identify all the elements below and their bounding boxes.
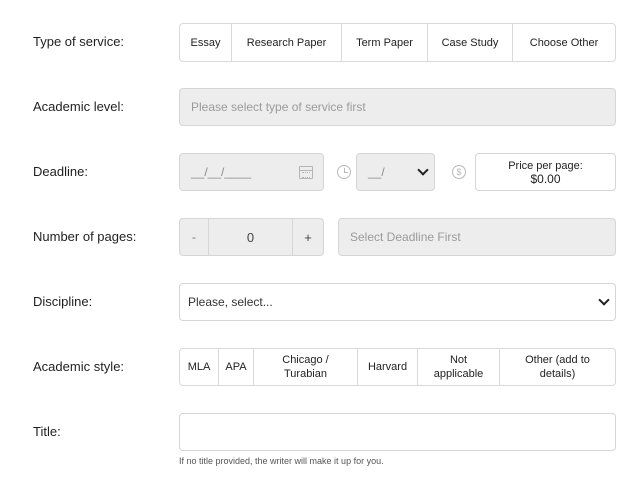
discipline-select[interactable]: Please, select... [179, 283, 616, 321]
deadline-label: Deadline: [33, 164, 88, 179]
chevron-down-icon [598, 294, 610, 306]
academic-style-label: Academic style: [33, 359, 125, 374]
deadline-time-placeholder: __/ [368, 165, 385, 179]
style-option-mla[interactable]: MLA [180, 349, 219, 385]
service-option-case-study[interactable]: Case Study [428, 24, 513, 61]
style-option-harvard[interactable]: Harvard [358, 349, 418, 385]
academic-level-select[interactable]: Please select type of service first [179, 88, 616, 126]
pages-decrement-button[interactable]: - [180, 219, 209, 255]
pages-deadline-hint: Select Deadline First [350, 230, 461, 244]
dollar-icon: $ [452, 165, 466, 179]
deadline-time-select[interactable]: __/ [356, 153, 435, 191]
price-per-page-value: $0.00 [530, 172, 561, 186]
title-label: Title: [33, 424, 61, 439]
service-option-choose-other[interactable]: Choose Other [513, 24, 615, 61]
pages-increment-button[interactable]: + [292, 219, 323, 255]
title-hint: If no title provided, the writer will ma… [179, 456, 384, 466]
pages-deadline-hint-box: Select Deadline First [338, 218, 616, 256]
calendar-icon [299, 166, 313, 179]
style-option-chicago[interactable]: Chicago / Turabian [254, 349, 358, 385]
service-option-research-paper[interactable]: Research Paper [232, 24, 342, 61]
pages-stepper: - 0 + [179, 218, 324, 256]
price-per-page-box: Price per page: $0.00 [475, 153, 616, 191]
title-input[interactable] [179, 413, 616, 451]
deadline-date-input[interactable]: __/__/____ [179, 153, 324, 191]
pages-count-input[interactable]: 0 [209, 230, 292, 245]
price-per-page-label: Price per page: [508, 160, 583, 172]
service-option-essay[interactable]: Essay [180, 24, 232, 61]
academic-level-label: Academic level: [33, 99, 125, 114]
style-option-not-applicable[interactable]: Not applicable [418, 349, 500, 385]
deadline-date-placeholder: __/__/____ [191, 165, 252, 179]
chevron-down-icon [417, 164, 429, 176]
pages-label: Number of pages: [33, 229, 137, 244]
clock-icon [337, 165, 351, 179]
style-option-apa[interactable]: APA [219, 349, 254, 385]
discipline-label: Discipline: [33, 294, 93, 309]
service-type-selector: Essay Research Paper Term Paper Case Stu… [179, 23, 616, 62]
discipline-placeholder: Please, select... [188, 295, 273, 309]
service-label: Type of service: [33, 34, 125, 49]
academic-level-placeholder: Please select type of service first [191, 100, 366, 114]
style-option-other[interactable]: Other (add to details) [500, 349, 615, 385]
service-option-term-paper[interactable]: Term Paper [342, 24, 428, 61]
academic-style-selector: MLA APA Chicago / Turabian Harvard Not a… [179, 348, 616, 386]
